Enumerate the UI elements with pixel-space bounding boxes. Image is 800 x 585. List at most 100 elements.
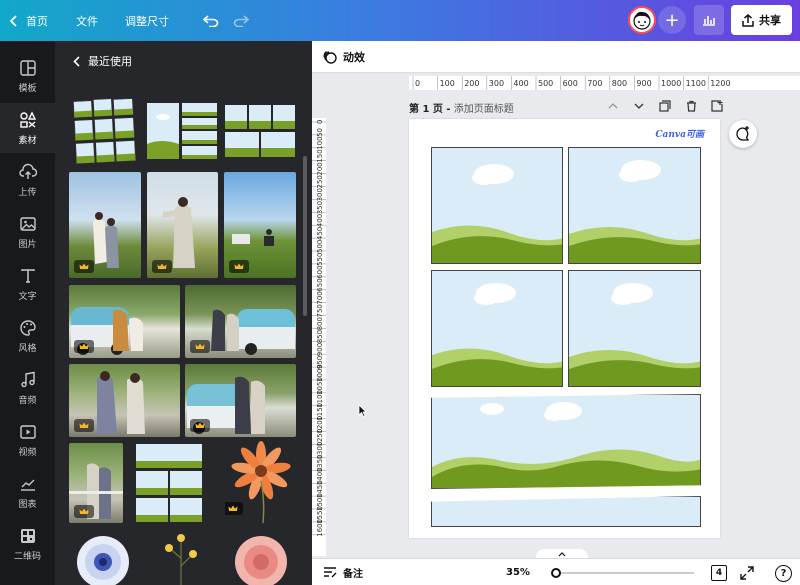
couple-photo-thumbnail[interactable] [147, 172, 218, 278]
palette-icon [19, 319, 36, 336]
nav-text[interactable]: 文字 [0, 259, 55, 309]
nav-audio-label: 音频 [18, 395, 37, 406]
couple-photo-thumbnail[interactable] [69, 443, 123, 523]
couple-photo-thumbnail[interactable] [224, 172, 296, 278]
ruler-tick-label: 850 [316, 330, 324, 343]
nav-charts-label: 图表 [18, 499, 37, 510]
redo-button[interactable] [233, 14, 249, 27]
nav-photos-label: 图片 [18, 239, 37, 250]
nav-elements[interactable]: 素材 [0, 103, 55, 153]
nav-uploads-label: 上传 [18, 187, 37, 198]
ruler-tick-label: 600 [316, 265, 324, 278]
image-frame[interactable] [568, 270, 701, 387]
image-frame[interactable] [431, 147, 563, 264]
nav-audio[interactable]: 音频 [0, 363, 55, 413]
collage-grid-thumbnail[interactable] [146, 102, 218, 160]
animate-label: 动效 [343, 50, 365, 64]
bar-chart-icon [703, 16, 715, 26]
back-chevron-icon[interactable] [73, 55, 80, 67]
zoom-slider-thumb[interactable] [551, 568, 561, 578]
collage-grid-thumbnail[interactable] [135, 443, 203, 523]
van-photo-thumbnail[interactable] [185, 285, 296, 358]
ruler-tick-label: 0 [415, 79, 420, 88]
canva-logo: Canva可画 [655, 130, 704, 140]
van-photo-thumbnail[interactable] [69, 364, 180, 437]
nav-charts[interactable]: 图表 [0, 467, 55, 517]
template-icon [19, 59, 36, 76]
nav-templates-label: 模板 [18, 83, 37, 94]
nav-qrcode[interactable]: 二维码 [0, 519, 55, 569]
ruler-tick-label: 0 [316, 120, 324, 124]
crown-icon [157, 263, 167, 269]
design-page[interactable]: Canva可画 [409, 119, 720, 538]
image-frame[interactable] [568, 147, 701, 264]
collage-grid-thumbnail[interactable] [224, 104, 296, 158]
delete-page-button[interactable] [678, 98, 704, 114]
pink-flower-thumbnail[interactable] [225, 528, 297, 585]
chevron-down-icon [634, 103, 644, 109]
ruler-tick-label: 600 [563, 79, 578, 88]
nav-styles[interactable]: 风格 [0, 311, 55, 361]
premium-crown-badge [229, 260, 249, 273]
premium-crown-badge [225, 502, 243, 515]
image-frame[interactable] [431, 496, 701, 527]
nav-text-label: 文字 [18, 291, 37, 302]
animate-button[interactable]: 动效 [323, 49, 365, 65]
ruler-tick-label: 50 [316, 128, 324, 137]
zoom-level[interactable]: 35% [506, 567, 530, 578]
collage-grid-thumbnail[interactable] [73, 96, 137, 166]
crown-icon [79, 422, 89, 428]
orange-flower-thumbnail[interactable] [225, 441, 297, 525]
ruler-tick-label: 550 [316, 253, 324, 266]
duplicate-page-button[interactable] [652, 98, 678, 114]
nav-photos[interactable]: 图片 [0, 207, 55, 257]
page-up-button[interactable] [600, 98, 626, 114]
image-frame[interactable] [431, 270, 563, 387]
file-label: 文件 [76, 14, 98, 28]
notes-button[interactable]: 备注 [323, 565, 363, 580]
chevron-left-icon [10, 14, 17, 27]
ruler-tick-label: 1600 [316, 519, 324, 537]
help-button[interactable]: ? [775, 565, 792, 582]
home-button[interactable]: 首页 [10, 13, 48, 29]
ruler-tick-label: 500 [538, 79, 553, 88]
page-title-input[interactable]: 添加页面标题 [454, 104, 514, 115]
user-avatar[interactable] [628, 6, 656, 34]
share-button[interactable]: 共享 [731, 5, 792, 35]
nav-uploads[interactable]: 上传 [0, 155, 55, 205]
resize-button[interactable]: 调整尺寸 [125, 13, 169, 29]
zoom-slider-track[interactable] [556, 572, 694, 574]
notes-icon [324, 567, 337, 578]
insights-button[interactable] [694, 5, 724, 35]
couple-photo-thumbnail[interactable] [69, 172, 141, 278]
panorama-image-frame[interactable] [431, 394, 701, 489]
van-photo-thumbnail[interactable] [185, 364, 296, 437]
ruler-tick-label: 450 [316, 227, 324, 240]
file-menu-button[interactable]: 文件 [76, 13, 98, 29]
page-down-button[interactable] [626, 98, 652, 114]
nav-video-label: 视频 [18, 447, 37, 458]
undo-button[interactable] [203, 14, 219, 27]
yellow-flower-thumbnail[interactable] [157, 528, 205, 585]
page-count-button[interactable]: 4 [711, 565, 727, 581]
add-comment-button[interactable] [729, 120, 757, 148]
fullscreen-icon[interactable] [740, 566, 754, 580]
premium-crown-badge [74, 260, 94, 273]
nav-elements-label: 素材 [18, 135, 37, 146]
panel-scrollbar[interactable] [303, 156, 307, 316]
chevron-up-icon [608, 103, 618, 109]
redo-icon [233, 14, 249, 27]
ruler-tick-label: 400 [513, 79, 528, 88]
ruler-tick-label: 800 [316, 317, 324, 330]
crown-icon [228, 505, 238, 511]
crown-icon [79, 343, 89, 349]
add-collaborator-button[interactable]: + [658, 6, 686, 34]
add-page-button[interactable] [704, 98, 730, 114]
nav-video[interactable]: 视频 [0, 415, 55, 465]
ruler-tick-label: 900 [636, 79, 651, 88]
nav-templates[interactable]: 模板 [0, 51, 55, 101]
crown-icon [195, 343, 205, 349]
van-photo-thumbnail[interactable] [69, 285, 180, 358]
page-tools [600, 98, 730, 114]
blue-flower-thumbnail[interactable] [69, 528, 133, 585]
